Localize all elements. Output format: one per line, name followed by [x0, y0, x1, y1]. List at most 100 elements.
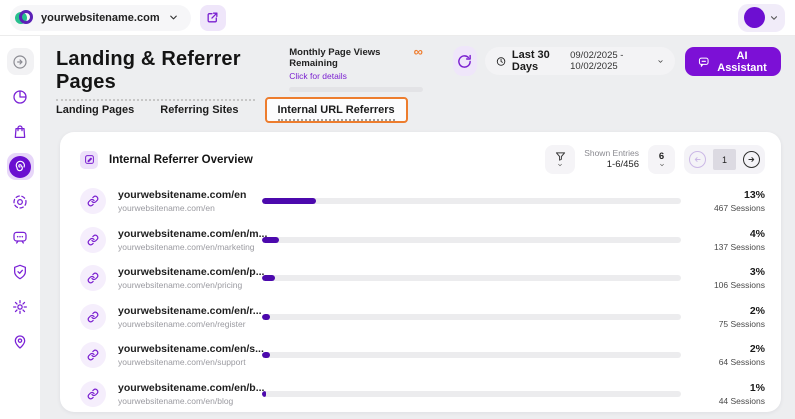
arrow-right-circle-icon [12, 54, 28, 70]
row-progress-fill [262, 198, 316, 204]
table-row[interactable]: yourwebsitename.com/en/m... yourwebsiten… [80, 221, 765, 260]
row-metrics: 1% 44 Sessions [681, 382, 765, 406]
row-sessions: 44 Sessions [681, 396, 765, 406]
row-sessions: 467 Sessions [681, 203, 765, 213]
sidebar-item-locations[interactable] [7, 328, 34, 355]
row-progress-track [262, 275, 681, 281]
date-range-picker[interactable]: Last 30 Days 09/02/2025 - 10/02/2025 [485, 47, 675, 75]
report-icon [80, 151, 98, 169]
ai-assistant-button[interactable]: AI Assistant [685, 47, 782, 76]
date-range-value: 09/02/2025 - 10/02/2025 [570, 50, 650, 72]
card-title: Internal Referrer Overview [109, 154, 253, 166]
table-row[interactable]: yourwebsitename.com/en/p... yourwebsiten… [80, 259, 765, 298]
avatar [744, 7, 765, 28]
chevron-down-icon [168, 12, 179, 23]
row-sessions: 106 Sessions [681, 280, 765, 290]
site-selector[interactable]: yourwebsitename.com [10, 5, 191, 31]
open-site-button[interactable] [200, 5, 226, 31]
infinity-icon: ∞ [414, 47, 423, 57]
tab-internal-url-referrers[interactable]: Internal URL Referrers [265, 97, 408, 123]
card-controls: Shown Entries 1-6/456 6 1 [545, 145, 765, 174]
row-full-url: yourwebsitename.com/en/pricing [118, 280, 256, 290]
sidebar-item-referrers[interactable] [7, 153, 34, 180]
clock-icon [496, 55, 506, 68]
row-metrics: 4% 137 Sessions [681, 228, 765, 252]
shown-entries-label: Shown Entries [584, 148, 639, 159]
account-menu[interactable] [738, 4, 785, 32]
arrow-left-icon [693, 155, 702, 164]
row-full-url: yourwebsitename.com/en/support [118, 357, 256, 367]
sidebar-item-goals[interactable] [7, 188, 34, 215]
topbar: yourwebsitename.com [0, 0, 795, 36]
link-icon [80, 227, 106, 253]
table-row[interactable]: yourwebsitename.com/en/r... yourwebsiten… [80, 298, 765, 337]
next-page-button[interactable] [743, 151, 760, 168]
row-metrics: 3% 106 Sessions [681, 266, 765, 290]
tab-landing-pages[interactable]: Landing Pages [56, 104, 134, 116]
referrer-table: yourwebsitename.com/en yourwebsitename.c… [60, 180, 781, 412]
table-row[interactable]: yourwebsitename.com/en/b... yourwebsiten… [80, 375, 765, 413]
row-sessions: 75 Sessions [681, 319, 765, 329]
row-sessions: 137 Sessions [681, 242, 765, 252]
funnel-icon [555, 151, 566, 162]
page-size-value: 6 [659, 151, 664, 162]
row-progress-fill [262, 275, 275, 281]
sidebar-item-commerce[interactable] [7, 118, 34, 145]
ai-assistant-label: AI Assistant [716, 50, 768, 74]
row-url: yourwebsitename.com/en/s... [118, 343, 256, 355]
link-icon [80, 265, 106, 291]
chevron-down-icon [657, 57, 664, 66]
refresh-button[interactable] [453, 46, 477, 76]
row-url: yourwebsitename.com/en/m... [118, 228, 256, 240]
chat-icon [12, 229, 28, 245]
spiral-icon [13, 160, 27, 174]
sidebar-item-privacy[interactable] [7, 258, 34, 285]
row-url: yourwebsitename.com/en/b... [118, 382, 256, 394]
shield-icon [12, 264, 28, 280]
row-full-url: yourwebsitename.com/en/register [118, 319, 256, 329]
row-progress-track [262, 198, 681, 204]
row-percent: 3% [681, 266, 765, 278]
row-metrics: 13% 467 Sessions [681, 189, 765, 213]
row-percent: 4% [681, 228, 765, 240]
sidebar-item-messages[interactable] [7, 223, 34, 250]
pie-chart-icon [12, 89, 28, 105]
row-percent: 1% [681, 382, 765, 394]
target-icon [12, 194, 28, 210]
row-url-block: yourwebsitename.com/en/b... yourwebsiten… [118, 382, 256, 406]
pencil-square-icon [84, 154, 95, 165]
link-icon [80, 381, 106, 407]
sidebar-item-overview[interactable] [7, 83, 34, 110]
page-views-quota: Monthly Page Views Remaining Click for d… [289, 47, 423, 92]
sidebar-item-settings[interactable] [7, 293, 34, 320]
row-sessions: 64 Sessions [681, 357, 765, 367]
row-percent: 2% [681, 343, 765, 355]
row-progress-fill [262, 391, 266, 397]
current-page-indicator: 1 [713, 149, 736, 170]
row-percent: 2% [681, 305, 765, 317]
arrow-right-icon [747, 155, 756, 164]
row-metrics: 2% 64 Sessions [681, 343, 765, 367]
previous-page-button[interactable] [689, 151, 706, 168]
row-progress-track [262, 352, 681, 358]
refresh-icon [457, 54, 472, 69]
tab-referring-sites[interactable]: Referring Sites [160, 104, 238, 116]
chat-bubble-icon [698, 55, 710, 69]
link-icon [80, 188, 106, 214]
active-nav-highlight [9, 156, 31, 178]
date-preset-label: Last 30 Days [512, 49, 564, 73]
app-logo-icon [15, 9, 33, 27]
row-url: yourwebsitename.com/en/r... [118, 305, 256, 317]
main-content: Landing & Referrer Pages Monthly Page Vi… [40, 36, 795, 419]
chevron-down-icon [769, 13, 779, 23]
quota-details-link[interactable]: Click for details [289, 71, 413, 81]
filter-button[interactable] [545, 145, 575, 174]
shopping-bag-icon [12, 124, 28, 140]
row-url: yourwebsitename.com/en/p... [118, 266, 256, 278]
table-row[interactable]: yourwebsitename.com/en/s... yourwebsiten… [80, 336, 765, 375]
table-row[interactable]: yourwebsitename.com/en yourwebsitename.c… [80, 182, 765, 221]
page-size-select[interactable]: 6 [648, 145, 675, 174]
sidebar-item-collapse-nav[interactable] [7, 48, 34, 75]
row-url-block: yourwebsitename.com/en yourwebsitename.c… [118, 189, 256, 213]
shown-entries: Shown Entries 1-6/456 [584, 148, 639, 171]
